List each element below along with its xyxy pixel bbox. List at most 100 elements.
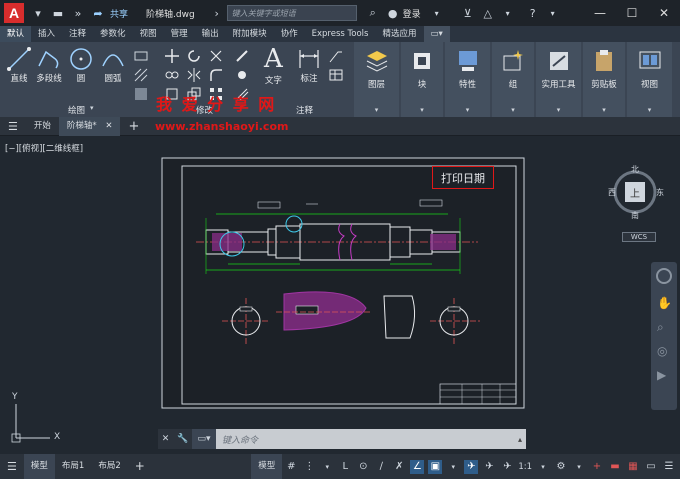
autodesk-dropdown-icon[interactable]: ▾ (501, 6, 515, 20)
viewcube-north[interactable]: 北 (631, 164, 639, 175)
status-menu-icon[interactable]: ☰ (0, 454, 24, 479)
tab-active-document[interactable]: 阶梯轴* ✕ (58, 116, 121, 136)
gradient-icon[interactable] (133, 86, 149, 102)
tab-output[interactable]: 输出 (195, 26, 226, 42)
help-icon[interactable]: ? (526, 6, 540, 20)
viewcube-south[interactable]: 南 (631, 210, 639, 221)
tab-express-tools[interactable]: Express Tools (305, 26, 376, 42)
properties-dropdown-icon[interactable]: ▾ (466, 106, 470, 114)
steering-wheel-icon[interactable] (656, 268, 672, 284)
fillet-icon[interactable] (208, 67, 224, 83)
draw-panel-title[interactable]: 绘图 (68, 104, 85, 116)
tab-parametric[interactable]: 参数化 (93, 26, 133, 42)
text-tool[interactable]: A 文字 (264, 44, 283, 86)
clipboard-button[interactable]: 剪贴板 ▾ (583, 42, 625, 117)
user-icon[interactable]: ● (386, 6, 400, 20)
hardware-icon[interactable]: ▦ (626, 460, 640, 474)
block-button[interactable]: 块 ▾ (401, 42, 443, 117)
erase-icon[interactable] (234, 48, 250, 64)
clipboard-dropdown-icon[interactable]: ▾ (602, 106, 606, 114)
polar-icon[interactable]: ⊙ (356, 460, 370, 474)
minimize-button[interactable]: — (584, 0, 616, 26)
orbit-icon[interactable]: ◎ (657, 344, 667, 358)
file-menu-icon[interactable]: ☰ (0, 117, 26, 136)
workspace-icon[interactable]: ✈ (500, 460, 514, 474)
trim-icon[interactable] (208, 48, 224, 64)
maximize-button[interactable]: ☐ (616, 0, 648, 26)
pan-icon[interactable]: ✋ (657, 296, 672, 310)
line-tool[interactable]: 直线 (6, 46, 32, 84)
tab-start[interactable]: 开始 (26, 117, 59, 136)
clean-screen-icon[interactable]: ▭ (644, 460, 658, 474)
tab-default[interactable]: 默认 (0, 26, 32, 42)
help-dropdown-icon[interactable]: ▾ (546, 6, 560, 20)
tab-layout2[interactable]: 布局2 (91, 454, 127, 479)
search-input[interactable]: 键入关键字或短语 (226, 5, 357, 21)
tab-addins[interactable]: 附加模块 (226, 26, 274, 42)
osnap-icon[interactable]: ∠ (410, 459, 425, 474)
drawing-canvas[interactable]: [−][俯视][二维线框] 打印日期 Y X 上 北 南 西 东 WCS ✋ ⌕… (0, 136, 680, 454)
rectangle-icon[interactable] (133, 48, 149, 64)
annotation-panel-title[interactable]: 注释 (296, 104, 313, 116)
viewcube-top-face[interactable]: 上 (625, 182, 645, 202)
isolate-icon[interactable]: ▬ (608, 460, 622, 474)
close-button[interactable]: ✕ (648, 0, 680, 26)
draw-panel-expand-icon[interactable]: ▾ (90, 104, 94, 112)
share-icon[interactable]: ➦ (91, 6, 105, 20)
save-icon[interactable]: ▬ (51, 6, 65, 20)
login-button[interactable]: 登录 (403, 7, 421, 20)
wcs-menu[interactable]: WCS (622, 232, 656, 242)
add-layout-button[interactable]: + (128, 454, 152, 479)
rotate-icon[interactable] (186, 48, 202, 64)
tab-featured-apps[interactable]: 精选应用 (375, 26, 423, 42)
leader-icon[interactable] (328, 48, 344, 64)
annotation-scale-dropdown-icon[interactable]: ▾ (446, 460, 460, 474)
tab-more-dropdown[interactable]: ▭▾ (423, 26, 450, 42)
block-dropdown-icon[interactable]: ▾ (420, 106, 424, 114)
layers-button[interactable]: 图层 ▾ (354, 42, 399, 117)
group-button[interactable]: 组 ▾ (492, 42, 534, 117)
command-history-icon[interactable]: ▴ (518, 435, 522, 444)
login-dropdown-icon[interactable]: ▾ (430, 6, 444, 20)
add-icon[interactable]: + (590, 460, 604, 474)
hatch-icon[interactable] (133, 67, 149, 83)
polyline-tool[interactable]: 多段线 (36, 46, 62, 84)
snap-icon[interactable]: ⋮ (302, 460, 316, 474)
isodraft-icon[interactable]: ∕ (374, 460, 388, 474)
search-arrow-icon[interactable]: › (210, 6, 224, 20)
layers-dropdown-icon[interactable]: ▾ (375, 106, 379, 114)
tab-collaborate[interactable]: 协作 (274, 26, 305, 42)
tab-insert[interactable]: 插入 (31, 26, 62, 42)
snap-dropdown-icon[interactable]: ▾ (320, 460, 334, 474)
view-button[interactable]: 视图 ▾ (627, 42, 672, 117)
annotation-visibility-icon[interactable]: ✈ (464, 459, 479, 474)
scale-dropdown-icon[interactable]: ▾ (536, 460, 550, 474)
dimension-tool[interactable]: 标注 (296, 46, 322, 84)
copy-icon[interactable] (164, 67, 180, 83)
customize-icon[interactable]: 🔧 (177, 434, 188, 444)
tab-model[interactable]: 模型 (23, 454, 55, 479)
cart-icon[interactable]: ⊻ (461, 6, 475, 20)
utilities-button[interactable]: 实用工具 ▾ (536, 42, 581, 117)
tab-annotate[interactable]: 注释 (62, 26, 93, 42)
search-icon[interactable]: ⌕ (366, 6, 380, 20)
viewcube[interactable]: 上 北 南 西 东 (608, 164, 664, 224)
share-button-label[interactable]: 共享 (110, 7, 128, 20)
settings-dropdown-icon[interactable]: ▾ (572, 460, 586, 474)
new-tab-button[interactable]: + (120, 117, 147, 136)
close-command-line-icon[interactable]: ✕ (162, 434, 170, 444)
ortho-icon[interactable]: L (338, 460, 352, 474)
quick-access-dropdown-icon[interactable]: ▾ (31, 6, 45, 20)
auto-scale-icon[interactable]: ✈ (482, 460, 496, 474)
osnap-tracking-icon[interactable]: ✗ (392, 460, 406, 474)
explode-icon[interactable] (234, 67, 250, 83)
viewcube-east[interactable]: 东 (656, 187, 664, 198)
recent-commands-icon[interactable]: ▭▾ (192, 429, 216, 449)
move-icon[interactable] (164, 48, 180, 64)
viewcube-west[interactable]: 西 (608, 187, 616, 198)
settings-icon[interactable]: ⚙ (554, 460, 568, 474)
forward-icon[interactable]: » (71, 6, 85, 20)
mirror-icon[interactable] (186, 67, 202, 83)
scale-label[interactable]: 1:1 (518, 462, 532, 472)
close-tab-icon[interactable]: ✕ (105, 121, 112, 131)
